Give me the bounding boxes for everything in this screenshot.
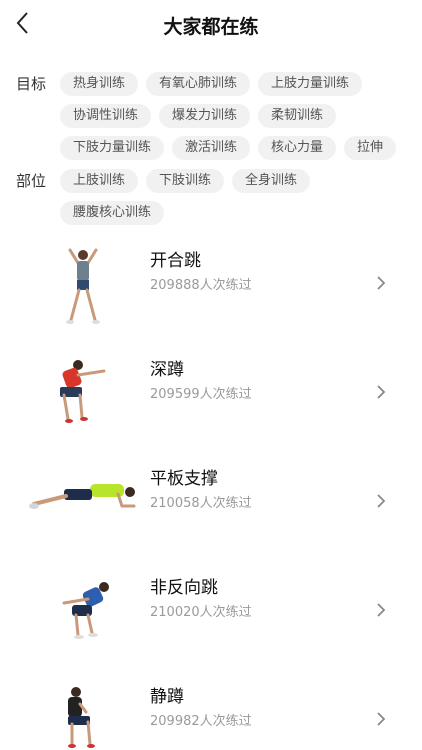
- exercise-list: 开合跳 209888人次练过 深蹲 209599人次练过 平板支撑 210058…: [0, 228, 422, 750]
- chevron-right-icon: [377, 603, 386, 617]
- exercise-item[interactable]: 静蹲 209982人次练过: [0, 664, 422, 750]
- exercise-name: 静蹲: [150, 687, 184, 707]
- goal-tag[interactable]: 核心力量: [258, 136, 337, 160]
- part-tag[interactable]: 下肢训练: [146, 169, 225, 193]
- chevron-right-icon: [377, 494, 386, 508]
- chevron-right-icon: [377, 385, 386, 399]
- exercise-item[interactable]: 平板支撑 210058人次练过: [0, 446, 422, 555]
- part-tags: 上肢训练 下肢训练 全身训练 腰腹核心训练: [60, 169, 406, 233]
- part-filter-row: 部位 上肢训练 下肢训练 全身训练 腰腹核心训练: [16, 169, 406, 233]
- goal-tag[interactable]: 下肢力量训练: [60, 136, 165, 160]
- goal-tag[interactable]: 柔韧训练: [258, 104, 337, 128]
- goal-tag[interactable]: 爆发力训练: [159, 104, 251, 128]
- exercise-name: 平板支撑: [150, 469, 218, 489]
- part-tag[interactable]: 腰腹核心训练: [60, 201, 165, 225]
- goal-tags: 热身训练 有氧心肺训练 上肢力量训练 协调性训练 爆发力训练 柔韧训练 下肢力量…: [60, 72, 406, 168]
- page-title: 大家都在练: [163, 16, 259, 38]
- exercise-count: 209982人次练过: [150, 714, 252, 729]
- exercise-count: 210020人次练过: [150, 605, 252, 620]
- exercise-thumbnail: [29, 484, 136, 509]
- exercise-name: 深蹲: [150, 360, 184, 380]
- chevron-right-icon: [377, 276, 386, 290]
- exercise-name: 非反向跳: [150, 578, 218, 598]
- goal-tag[interactable]: 激活训练: [172, 136, 251, 160]
- exercise-thumbnail: [66, 248, 100, 324]
- goal-tag[interactable]: 有氧心肺训练: [146, 72, 251, 96]
- goal-tag[interactable]: 拉伸: [344, 136, 397, 160]
- exercise-thumbnail: [60, 360, 106, 423]
- goal-tag[interactable]: 热身训练: [60, 72, 139, 96]
- chevron-right-icon: [377, 712, 386, 726]
- exercise-thumbnail: [68, 687, 95, 748]
- part-label: 部位: [16, 172, 47, 190]
- exercise-thumbnail: [62, 582, 109, 639]
- exercise-name: 开合跳: [150, 251, 201, 271]
- exercise-item[interactable]: 深蹲 209599人次练过: [0, 337, 422, 446]
- part-tag[interactable]: 上肢训练: [60, 169, 139, 193]
- exercise-count: 209888人次练过: [150, 278, 252, 293]
- exercise-count: 210058人次练过: [150, 496, 252, 511]
- part-tag[interactable]: 全身训练: [232, 169, 311, 193]
- exercise-item[interactable]: 非反向跳 210020人次练过: [0, 555, 422, 664]
- exercise-count: 209599人次练过: [150, 387, 252, 402]
- header: 大家都在练: [0, 0, 422, 48]
- exercise-item[interactable]: 开合跳 209888人次练过: [0, 228, 422, 337]
- goal-filter-row: 目标 热身训练 有氧心肺训练 上肢力量训练 协调性训练 爆发力训练 柔韧训练 下…: [16, 72, 406, 168]
- goal-tag[interactable]: 协调性训练: [60, 104, 152, 128]
- goal-label: 目标: [16, 75, 47, 93]
- goal-tag[interactable]: 上肢力量训练: [258, 72, 363, 96]
